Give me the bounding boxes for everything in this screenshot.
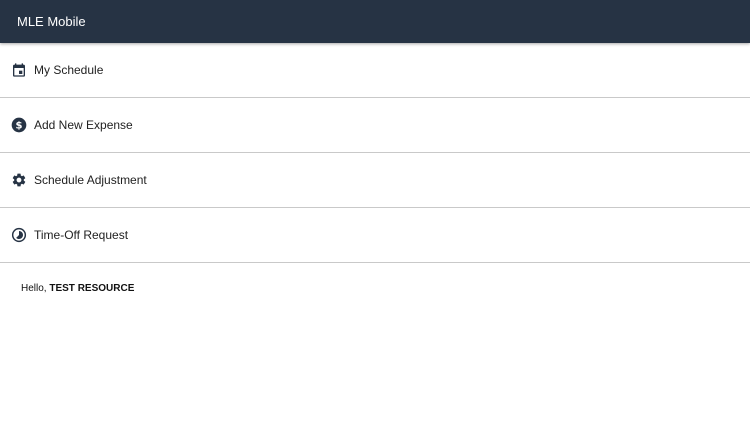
menu-item-schedule-adjustment[interactable]: Schedule Adjustment bbox=[0, 153, 750, 208]
gear-icon bbox=[11, 172, 27, 188]
menu-item-my-schedule[interactable]: My Schedule bbox=[0, 43, 750, 98]
calendar-icon bbox=[11, 62, 27, 78]
main-menu: My Schedule $ Add New Expense Schedule A… bbox=[0, 43, 750, 263]
menu-item-label: My Schedule bbox=[34, 63, 104, 77]
clock-icon bbox=[11, 227, 27, 243]
menu-item-label: Schedule Adjustment bbox=[34, 173, 147, 187]
app-bar: MLE Mobile bbox=[0, 0, 750, 43]
app-title: MLE Mobile bbox=[17, 14, 86, 29]
greeting-prefix: Hello, bbox=[21, 283, 50, 294]
user-name: TEST RESOURCE bbox=[49, 283, 135, 294]
menu-item-time-off-request[interactable]: Time-Off Request bbox=[0, 208, 750, 263]
greeting-text: Hello, TEST RESOURCE bbox=[21, 283, 134, 295]
dollar-circle-icon: $ bbox=[11, 117, 27, 133]
svg-text:$: $ bbox=[16, 121, 23, 132]
menu-item-add-new-expense[interactable]: $ Add New Expense bbox=[0, 98, 750, 153]
app-screen: MLE Mobile My Schedule $ Add New Expense bbox=[0, 0, 750, 422]
menu-item-label: Add New Expense bbox=[34, 118, 133, 132]
menu-item-label: Time-Off Request bbox=[34, 228, 129, 242]
